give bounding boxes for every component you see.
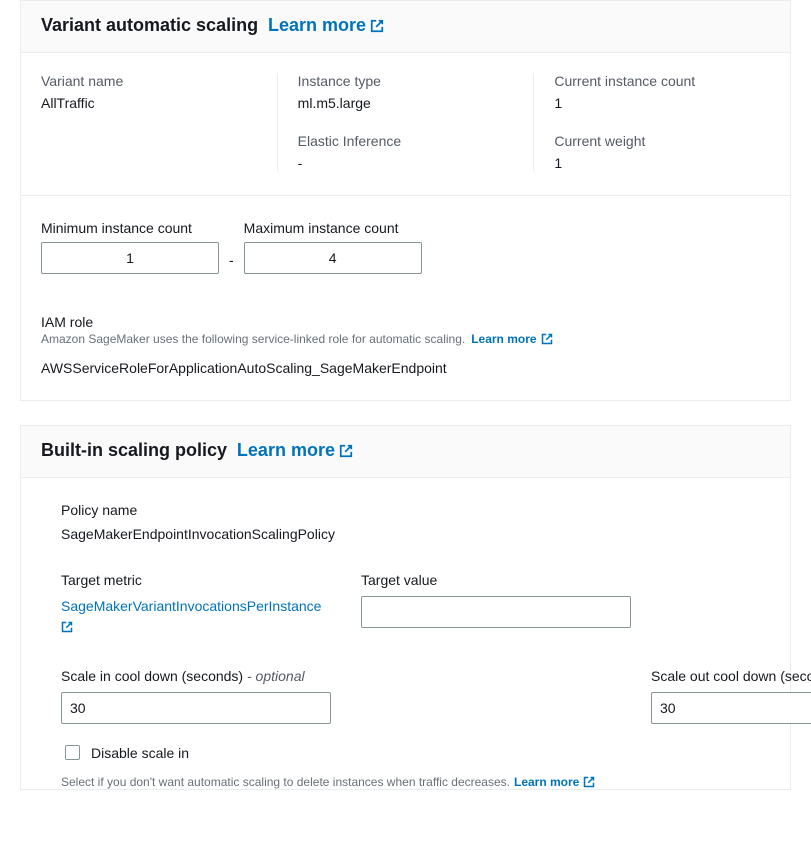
scale-in-col: Scale in cool down (seconds) - optional … xyxy=(61,668,621,789)
target-metric-label: Target metric xyxy=(61,572,331,588)
variant-panel-body: Variant name AllTraffic Instance type ml… xyxy=(21,53,790,400)
instance-type-item: Instance type ml.m5.large xyxy=(298,73,514,111)
policy-panel-title: Built-in scaling policy xyxy=(41,440,227,460)
iam-role-value: AWSServiceRoleForApplicationAutoScaling_… xyxy=(41,360,770,376)
policy-learn-more-link[interactable]: Learn more xyxy=(237,440,353,461)
learn-more-label: Learn more xyxy=(237,440,335,461)
policy-name-value: SageMakerEndpointInvocationScalingPolicy xyxy=(61,526,750,542)
learn-more-label: Learn more xyxy=(514,775,579,789)
disable-scale-in-help: Select if you don't want automatic scali… xyxy=(61,775,510,789)
learn-more-label: Learn more xyxy=(268,15,366,36)
target-metric-value: SageMakerVariantInvocationsPerInstance xyxy=(61,598,321,614)
current-weight-label: Current weight xyxy=(554,133,770,149)
target-metric-link[interactable]: SageMakerVariantInvocationsPerInstance xyxy=(61,596,331,638)
external-link-icon xyxy=(583,776,595,788)
current-weight-item: Current weight 1 xyxy=(554,133,770,171)
min-instance-input[interactable] xyxy=(41,242,219,274)
max-instance-label: Maximum instance count xyxy=(244,220,422,236)
current-instance-count-item: Current instance count 1 xyxy=(554,73,770,111)
variant-col-1: Variant name AllTraffic xyxy=(21,73,278,171)
scale-in-input[interactable] xyxy=(61,692,331,724)
external-link-icon xyxy=(61,621,73,633)
variant-name-value: AllTraffic xyxy=(41,95,257,111)
policy-name-row: Policy name SageMakerEndpointInvocationS… xyxy=(61,502,750,542)
scale-out-col: Scale out cool down (seconds) - optional xyxy=(651,668,811,789)
optional-suffix: - optional xyxy=(247,668,305,684)
target-value-col: Target value xyxy=(361,572,631,638)
max-instance-block: Maximum instance count xyxy=(244,220,422,274)
target-value-input[interactable] xyxy=(361,596,631,628)
iam-role-desc: Amazon SageMaker uses the following serv… xyxy=(41,332,465,346)
current-instance-count-value: 1 xyxy=(554,95,770,111)
policy-panel: Built-in scaling policy Learn more Polic… xyxy=(20,425,791,790)
variant-name-label: Variant name xyxy=(41,73,257,89)
disable-scale-in-label: Disable scale in xyxy=(91,745,189,761)
instance-type-label: Instance type xyxy=(298,73,514,89)
disable-scale-in-learn-more-link[interactable]: Learn more xyxy=(514,775,595,789)
iam-role-desc-row: Amazon SageMaker uses the following serv… xyxy=(41,332,770,346)
policy-panel-header: Built-in scaling policy Learn more xyxy=(21,426,790,478)
disable-scale-in-row: Disable scale in xyxy=(61,742,621,763)
policy-panel-body: Policy name SageMakerEndpointInvocationS… xyxy=(21,478,790,789)
iam-role-label: IAM role xyxy=(41,314,770,330)
iam-role-block: IAM role Amazon SageMaker uses the follo… xyxy=(41,314,770,376)
instance-range-row: Minimum instance count - Maximum instanc… xyxy=(41,220,770,274)
variant-col-3: Current instance count 1 Current weight … xyxy=(534,73,790,171)
variant-learn-more-link[interactable]: Learn more xyxy=(268,15,384,36)
variant-name-item: Variant name AllTraffic xyxy=(41,73,257,111)
scale-out-input[interactable] xyxy=(651,692,811,724)
disable-scale-in-help-row: Select if you don't want automatic scali… xyxy=(61,775,621,789)
elastic-inference-value: - xyxy=(298,155,514,171)
min-instance-block: Minimum instance count xyxy=(41,220,219,274)
instance-type-value: ml.m5.large xyxy=(298,95,514,111)
iam-learn-more-link[interactable]: Learn more xyxy=(471,332,552,346)
target-metric-col: Target metric SageMakerVariantInvocation… xyxy=(61,572,331,638)
target-value-label: Target value xyxy=(361,572,631,588)
policy-name-label: Policy name xyxy=(61,502,750,518)
current-weight-value: 1 xyxy=(554,155,770,171)
scale-out-label: Scale out cool down (seconds) - optional xyxy=(651,668,811,684)
disable-scale-in-checkbox[interactable] xyxy=(65,745,80,760)
variant-col-2: Instance type ml.m5.large Elastic Infere… xyxy=(278,73,535,171)
min-instance-label: Minimum instance count xyxy=(41,220,219,236)
external-link-icon xyxy=(339,444,353,458)
external-link-icon xyxy=(541,333,553,345)
scale-in-label: Scale in cool down (seconds) - optional xyxy=(61,668,621,684)
max-instance-input[interactable] xyxy=(244,242,422,274)
iam-learn-more-label: Learn more xyxy=(471,332,536,346)
cooldown-row: Scale in cool down (seconds) - optional … xyxy=(61,668,750,789)
elastic-inference-item: Elastic Inference - xyxy=(298,133,514,171)
variant-panel-header: Variant automatic scaling Learn more xyxy=(21,1,790,53)
current-instance-count-label: Current instance count xyxy=(554,73,770,89)
external-link-icon xyxy=(370,19,384,33)
target-row: Target metric SageMakerVariantInvocation… xyxy=(61,572,750,638)
elastic-inference-label: Elastic Inference xyxy=(298,133,514,149)
variant-scaling-panel: Variant automatic scaling Learn more Var… xyxy=(20,0,791,401)
variant-panel-title: Variant automatic scaling xyxy=(41,15,258,35)
variant-summary-grid: Variant name AllTraffic Instance type ml… xyxy=(21,69,790,196)
range-dash: - xyxy=(229,252,234,274)
